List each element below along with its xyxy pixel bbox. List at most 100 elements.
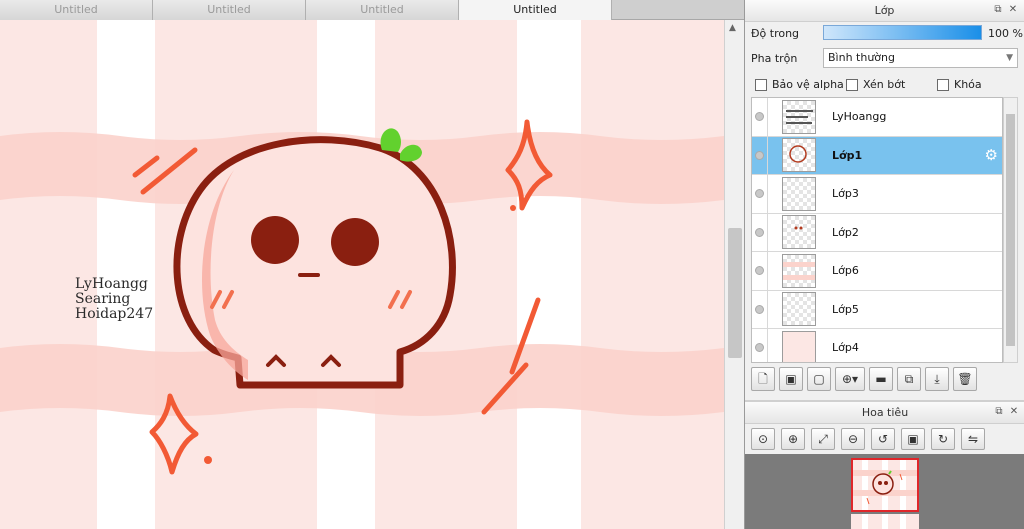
document-tab-3[interactable]: Untitled	[306, 0, 459, 20]
add-layer-menu-icon[interactable]: ⊕▾	[835, 367, 865, 391]
navigator-panel-title: Hoa tiêu	[861, 406, 909, 419]
chevron-down-icon: ▼	[1006, 53, 1013, 63]
scroll-up-icon[interactable]: ▲	[729, 23, 736, 33]
zoom-out-icon[interactable]: ⊖	[841, 428, 865, 450]
float-panel-icon[interactable]: ⧉	[993, 406, 1005, 418]
float-panel-icon[interactable]: ⧉	[992, 4, 1004, 16]
checkbox-box[interactable]	[846, 78, 858, 91]
protect-alpha-label: Bảo vệ alpha	[772, 78, 844, 91]
layer-thumbnail	[782, 292, 816, 327]
layer-thumbnail	[782, 99, 816, 134]
layer-name: Lớp1	[832, 148, 863, 162]
close-icon[interactable]: ✕	[1008, 406, 1020, 418]
sparkle-dot	[204, 456, 212, 464]
layer-thumbnail	[782, 176, 816, 211]
navigator-view[interactable]	[745, 454, 1024, 529]
navigator-preview-offscreen-art	[862, 514, 906, 529]
visibility-toggle[interactable]	[752, 213, 768, 251]
layer-name: LyHoangg	[832, 110, 887, 124]
leaf-icon	[380, 128, 401, 152]
opacity-slider[interactable]	[823, 25, 982, 40]
layer-thumbnail	[782, 138, 816, 173]
layer-row-lop1-selected[interactable]: Lớp1 ⚙	[752, 136, 1002, 175]
stripe-column	[517, 20, 581, 529]
blend-label: Pha trộn	[751, 52, 798, 65]
visibility-toggle[interactable]	[752, 136, 768, 174]
eye-icon	[755, 150, 764, 160]
document-tab-2[interactable]: Untitled	[153, 0, 306, 20]
layer-thumbnail	[782, 330, 816, 362]
opacity-value: 100 %	[988, 27, 1023, 40]
delete-layer-icon[interactable]: 🗑	[953, 367, 977, 391]
rotate-left-icon[interactable]: ↺	[871, 428, 895, 450]
signature-line-3: Hoidap247	[75, 306, 153, 322]
layer-row-lop2[interactable]: Lớp2	[752, 213, 1002, 252]
scrollbar-thumb[interactable]	[1006, 114, 1015, 346]
canvas-vertical-scrollbar[interactable]: ▲	[724, 20, 744, 529]
protect-alpha-checkbox[interactable]: Bảo vệ alpha	[755, 78, 844, 91]
checkbox-box[interactable]	[937, 78, 949, 91]
new-folder-icon[interactable]: ▬	[869, 367, 893, 391]
canvas-artwork: LyHoangg Searing Hoidap247	[0, 20, 724, 529]
signature-line-1: LyHoangg	[75, 276, 148, 292]
scrollbar-thumb[interactable]	[728, 228, 742, 358]
new-1bit-layer-icon[interactable]: ▢	[807, 367, 831, 391]
visibility-toggle[interactable]	[752, 252, 768, 290]
visibility-toggle[interactable]	[752, 290, 768, 328]
layer-list: LyHoangg Lớp1 ⚙ Lớp3 Lớp2 Lớp6 Lớp5 Lớp4	[751, 97, 1003, 363]
zoom-in-icon[interactable]: ⊕	[781, 428, 805, 450]
blend-mode-select[interactable]: Bình thường ▼	[823, 48, 1018, 68]
visibility-toggle[interactable]	[752, 329, 768, 362]
skull-left-eye	[251, 216, 299, 264]
layer-row-lop3[interactable]: Lớp3	[752, 175, 1002, 214]
document-tab-bar: Untitled Untitled Untitled Untitled	[0, 0, 744, 20]
flip-horizontal-icon[interactable]: ⇋	[961, 428, 985, 450]
document-tab-1[interactable]: Untitled	[0, 0, 153, 20]
checkbox-box[interactable]	[755, 78, 767, 91]
layer-thumbnail-art	[786, 109, 813, 124]
layer-toolbar: 🗋 ▣ ▢ ⊕▾ ▬ ⧉ ⤓ 🗑	[751, 367, 1019, 393]
document-tab-4-active[interactable]: Untitled	[459, 0, 612, 20]
copy-layer-icon[interactable]: ⧉	[897, 367, 921, 391]
visibility-toggle[interactable]	[752, 98, 768, 136]
close-icon[interactable]: ✕	[1007, 4, 1019, 16]
zoom-fit-icon[interactable]: ⊙	[751, 428, 775, 450]
navigator-panel: Hoa tiêu ⧉ ✕ ⊙ ⊕ ⤢ ⊖ ↺ ▣ ↻ ⇋	[745, 400, 1024, 529]
eye-icon	[755, 304, 764, 314]
clip-checkbox[interactable]: Xén bớt	[846, 78, 905, 91]
lock-checkbox[interactable]: Khóa	[937, 78, 982, 91]
stripe-column	[97, 20, 155, 529]
layer-list-scrollbar[interactable]	[1003, 97, 1018, 363]
navigator-panel-header: Hoa tiêu ⧉ ✕	[745, 402, 1024, 424]
eye-icon	[755, 227, 764, 237]
layer-thumbnail	[782, 215, 816, 250]
visibility-toggle[interactable]	[752, 175, 768, 213]
layer-thumbnail-art	[789, 145, 807, 163]
clip-label: Xén bớt	[863, 78, 906, 91]
layer-row-lop5[interactable]: Lớp5	[752, 290, 1002, 329]
eye-icon	[755, 112, 764, 122]
layer-row-lyhoangg[interactable]: LyHoangg	[752, 98, 1002, 137]
layer-panel-header: Lớp ⧉ ✕	[745, 0, 1024, 22]
signature-line-2: Searing	[75, 291, 130, 307]
layer-name: Lớp3	[832, 187, 859, 201]
new-8bit-layer-icon[interactable]: ▣	[779, 367, 803, 391]
actual-size-icon[interactable]: ▣	[901, 428, 925, 450]
sparkle-dot	[510, 205, 516, 211]
navigator-preview[interactable]	[851, 458, 919, 512]
layer-row-lop6[interactable]: Lớp6	[752, 252, 1002, 291]
new-layer-icon[interactable]: 🗋	[751, 367, 775, 391]
drawing-canvas[interactable]: LyHoangg Searing Hoidap247	[0, 20, 724, 529]
blend-mode-value: Bình thường	[828, 51, 895, 64]
gear-icon[interactable]: ⚙	[985, 147, 998, 163]
layer-thumbnail	[782, 253, 816, 288]
layer-panel-title: Lớp	[874, 4, 895, 17]
layer-row-lop4[interactable]: Lớp4	[752, 329, 1002, 362]
eye-icon	[755, 343, 764, 353]
fit-window-icon[interactable]: ⤢	[811, 428, 835, 450]
merge-down-icon[interactable]: ⤓	[925, 367, 949, 391]
rotate-right-icon[interactable]: ↻	[931, 428, 955, 450]
layer-thumbnail-art	[783, 261, 815, 280]
opacity-label: Độ trong	[751, 27, 800, 40]
navigator-preview-offscreen	[851, 514, 919, 529]
